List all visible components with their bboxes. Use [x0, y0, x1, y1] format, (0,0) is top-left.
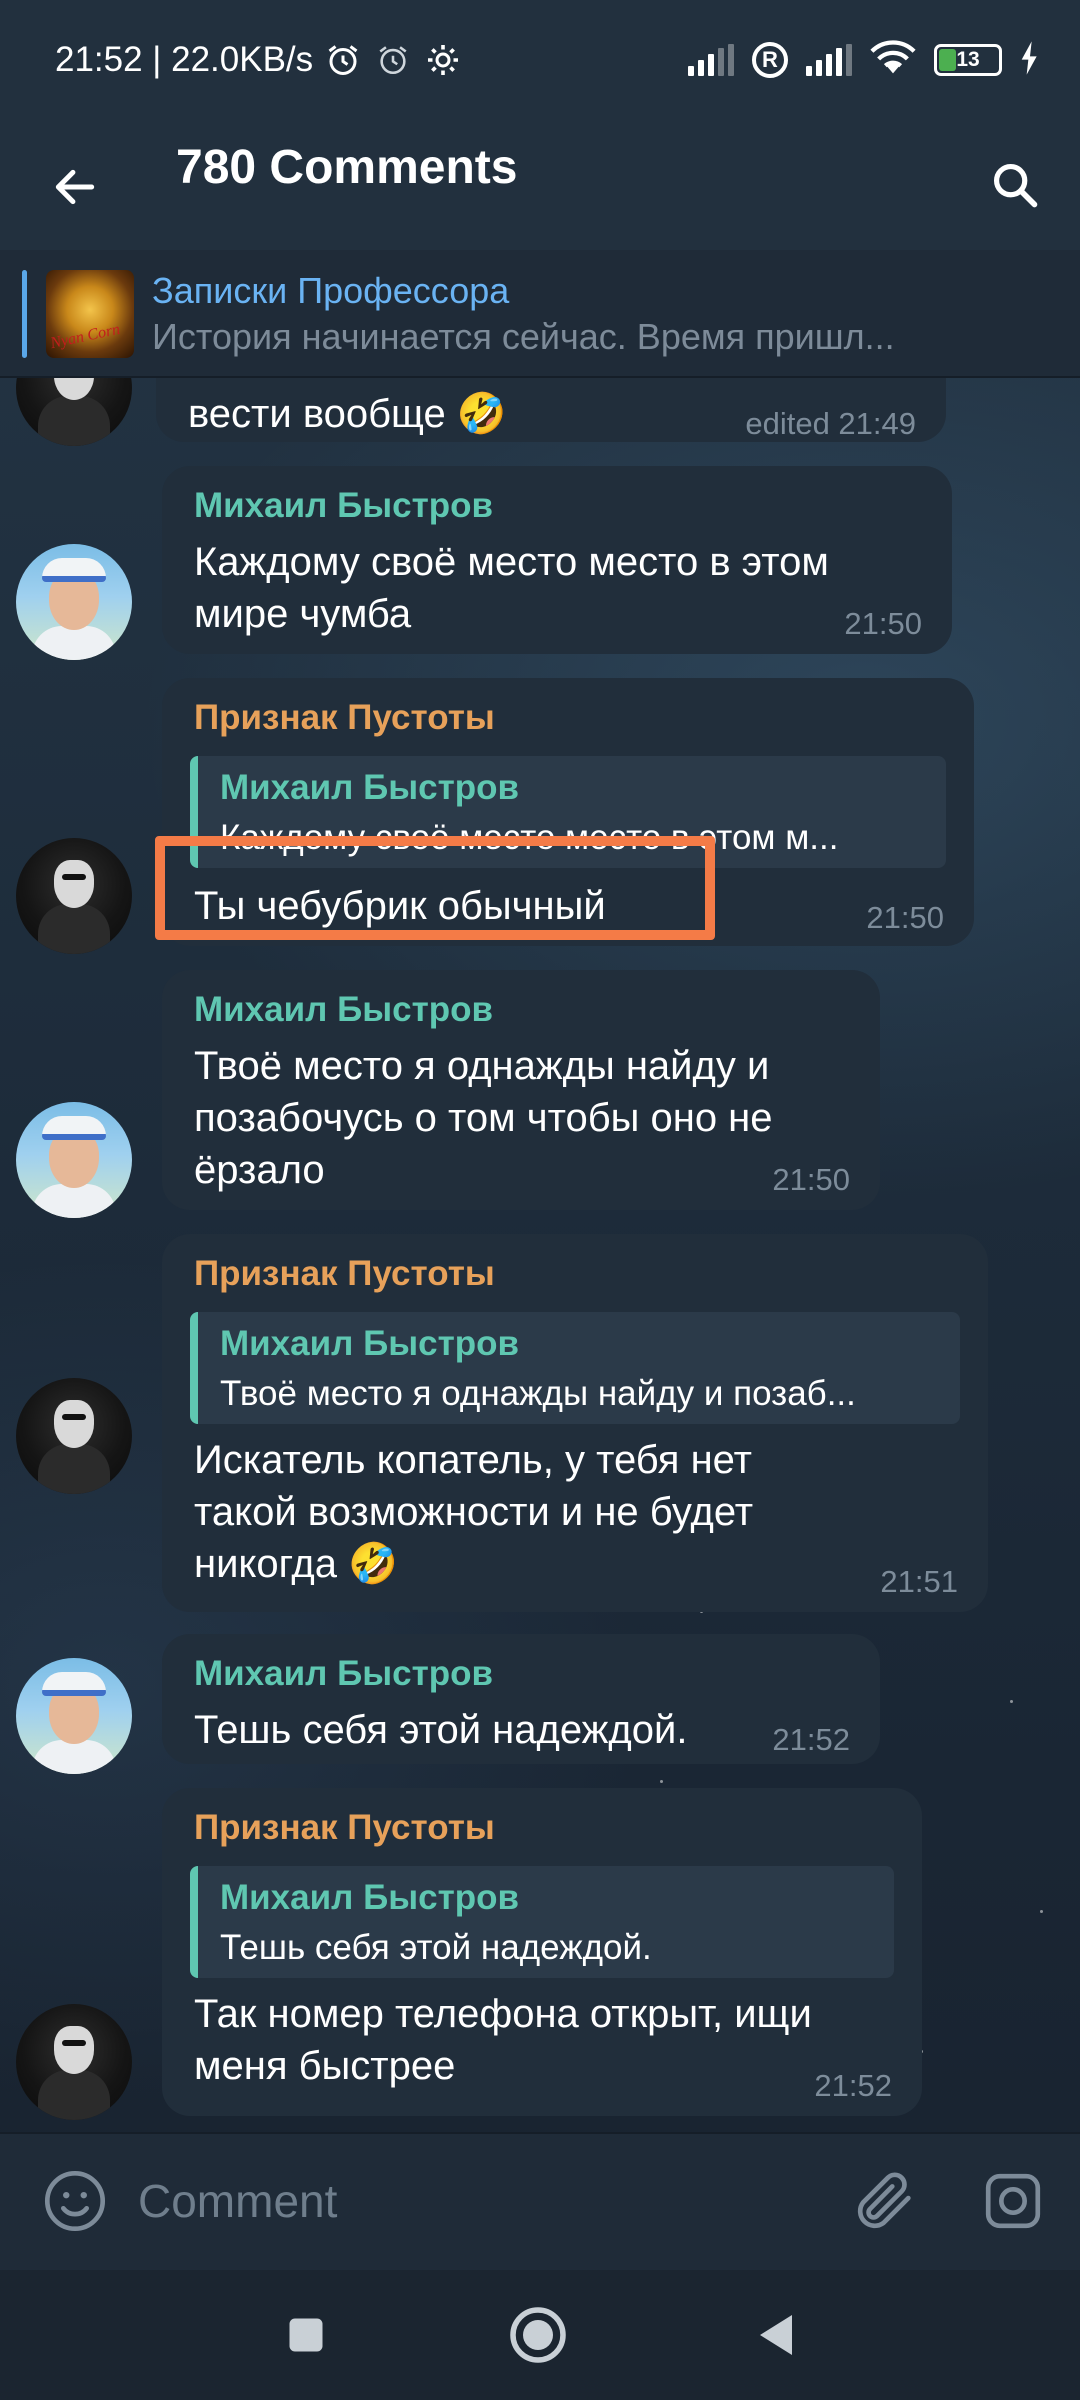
- wifi-icon: [870, 39, 916, 81]
- message-text: Искатель копатель, у тебя нет такой возм…: [194, 1438, 754, 1586]
- message-time: 21:52: [772, 1722, 850, 1757]
- avatar[interactable]: [16, 378, 132, 446]
- message-bubble[interactable]: Признак Пустоты Михаил Быстров Тешь себя…: [162, 1788, 922, 2116]
- message-sender: Признак Пустоты: [194, 1808, 495, 1847]
- message-time: 21:52: [814, 2068, 892, 2103]
- pinned-message[interactable]: Nyan Corn Записки Профессора История нач…: [0, 250, 1080, 378]
- message-text: Твоё место я однажды найду и позабочусь …: [194, 1044, 773, 1192]
- reply-sender: Михаил Быстров: [220, 1324, 520, 1363]
- battery-level: 13: [956, 48, 980, 71]
- message-time: edited 21:49: [745, 406, 916, 441]
- message-time: 21:50: [772, 1162, 850, 1197]
- message-text: Каждому своё место место в этом мире чум…: [194, 540, 829, 636]
- home-circle-icon: [510, 2307, 566, 2363]
- search-button[interactable]: [980, 150, 1050, 220]
- smiley-icon: [44, 2170, 106, 2232]
- message-time: 21:50: [866, 900, 944, 935]
- roaming-icon: R: [752, 42, 788, 78]
- attach-button[interactable]: [850, 2166, 920, 2236]
- status-bar: 21:52 | 22.0KB/s R 13: [0, 0, 1080, 120]
- signal-bars-2-icon: [806, 44, 852, 76]
- thumbnail-stamp: Nyan Corn: [48, 320, 122, 353]
- message-time: 21:51: [880, 1564, 958, 1599]
- pinned-thumbnail: Nyan Corn: [46, 270, 134, 358]
- status-left: 21:52 | 22.0KB/s: [55, 40, 463, 80]
- message-bubble[interactable]: Михаил Быстров Тешь себя этой надеждой. …: [162, 1634, 880, 1764]
- message-bubble[interactable]: Михаил Быстров Твоё место я однажды найд…: [162, 970, 880, 1210]
- settings-gear-icon: [423, 40, 463, 80]
- alarm-icon: [323, 40, 363, 80]
- paperclip-icon: [857, 2172, 911, 2229]
- home-button[interactable]: [508, 2305, 568, 2365]
- reply-text: Тешь себя этой надеждой.: [220, 1928, 652, 1967]
- message-bubble[interactable]: Признак Пустоты Михаил Быстров Твоё мест…: [162, 1234, 988, 1612]
- reply-bar: [190, 1866, 198, 1978]
- triangle-back-icon: [760, 2315, 792, 2355]
- recents-button[interactable]: [276, 2305, 336, 2365]
- reply-quote[interactable]: Михаил Быстров Тешь себя этой надеждой.: [190, 1866, 894, 1978]
- avatar[interactable]: [16, 544, 132, 660]
- status-time-speed: 21:52 | 22.0KB/s: [55, 40, 314, 79]
- message-time: 21:50: [844, 606, 922, 641]
- message-text: Тешь себя этой надеждой.: [194, 1708, 688, 1752]
- emoji-button[interactable]: [40, 2166, 110, 2236]
- charging-icon: [1020, 40, 1040, 80]
- message-bubble[interactable]: Михаил Быстров Каждому своё место место …: [162, 466, 952, 654]
- reply-sender: Михаил Быстров: [220, 1878, 520, 1917]
- avatar[interactable]: [16, 838, 132, 954]
- pinned-title: Записки Профессора: [152, 270, 510, 311]
- message-sender: Признак Пустоты: [194, 1254, 495, 1293]
- reply-bar: [190, 1312, 198, 1424]
- arrow-left-icon: [55, 169, 95, 205]
- comment-input[interactable]: Comment: [138, 2174, 337, 2228]
- reply-sender: Михаил Быстров: [220, 768, 520, 807]
- highlight-annotation: [155, 836, 715, 940]
- messages-list[interactable]: вести вообще 🤣 edited 21:49 Михаил Быстр…: [0, 378, 1080, 2132]
- pinned-text: История начинается сейчас. Время пришл..…: [152, 316, 895, 357]
- pinned-indicator: [22, 270, 27, 358]
- reply-text: Твоё место я однажды найду и позаб...: [220, 1374, 856, 1413]
- status-right: R 13: [688, 39, 1040, 81]
- battery-icon: 13: [934, 44, 1002, 76]
- search-icon: [993, 163, 1038, 208]
- system-navigation-bar: [0, 2270, 1080, 2400]
- message-sender: Михаил Быстров: [194, 990, 494, 1029]
- reply-quote[interactable]: Михаил Быстров Твоё место я однажды найд…: [190, 1312, 960, 1424]
- message-sender: Признак Пустоты: [194, 698, 495, 737]
- message-sender: Михаил Быстров: [194, 1654, 494, 1693]
- page-title: 780 Comments: [176, 141, 518, 194]
- video-message-button[interactable]: [978, 2166, 1048, 2236]
- avatar[interactable]: [16, 1658, 132, 1774]
- message-sender: Михаил Быстров: [194, 486, 494, 525]
- nav-back-button[interactable]: [746, 2305, 806, 2365]
- message-bubble[interactable]: вести вообще 🤣 edited 21:49: [156, 378, 946, 442]
- message-text: Так номер телефона открыт, ищи меня быст…: [194, 1992, 812, 2088]
- alarm-outline-icon: [373, 40, 413, 80]
- square-icon: [289, 2318, 323, 2352]
- app-header: [0, 120, 1080, 250]
- avatar[interactable]: [16, 2004, 132, 2120]
- signal-bars-icon: [688, 44, 734, 76]
- avatar[interactable]: [16, 1378, 132, 1494]
- instagram-camera-icon: [985, 2173, 1041, 2229]
- back-button[interactable]: [40, 152, 110, 222]
- message-text: вести вообще 🤣: [188, 392, 507, 436]
- comment-composer: Comment: [0, 2132, 1080, 2270]
- avatar[interactable]: [16, 1102, 132, 1218]
